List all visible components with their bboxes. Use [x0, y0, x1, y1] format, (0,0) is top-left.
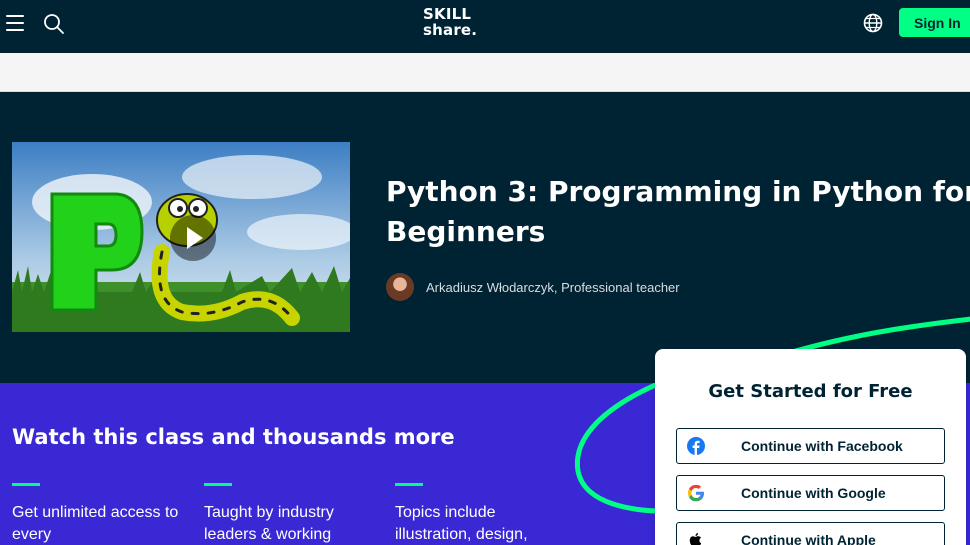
continue-with-apple-button[interactable]: Continue with Apple	[676, 522, 945, 545]
feature-text: Taught by industry leaders & working	[204, 504, 334, 543]
promo-heading: Watch this class and thousands more	[12, 425, 455, 449]
signup-card: Get Started for Free Continue with Faceb…	[655, 349, 966, 545]
course-title: Python 3: Programming in Python for Begi…	[386, 175, 970, 248]
feature-item: Get unlimited access to every	[12, 483, 187, 545]
sign-in-button[interactable]: Sign In	[899, 8, 970, 37]
feature-item: Topics include illustration, design,	[395, 483, 570, 545]
teacher-name[interactable]: Arkadiusz Włodarczyk, Professional teach…	[426, 280, 680, 295]
feature-text: Topics include illustration, design,	[395, 504, 528, 543]
feature-text: Get unlimited access to every	[12, 504, 179, 543]
skillshare-logo[interactable]: SKILL share.	[423, 6, 493, 42]
top-nav: SKILL share. Sign In	[0, 0, 970, 53]
signup-title: Get Started for Free	[708, 381, 913, 402]
teacher-avatar[interactable]	[386, 273, 414, 301]
logo-line1: SKILL	[423, 5, 472, 23]
globe-icon[interactable]	[862, 12, 884, 34]
menu-icon[interactable]	[6, 15, 26, 31]
feature-accent-bar	[12, 483, 40, 486]
continue-with-facebook-button[interactable]: Continue with Facebook	[676, 428, 945, 464]
facebook-icon	[687, 437, 705, 455]
teacher-info[interactable]: Arkadiusz Włodarczyk, Professional teach…	[386, 272, 680, 302]
course-video-thumbnail[interactable]	[12, 142, 350, 332]
apple-icon	[687, 531, 705, 545]
logo-line2: share.	[423, 21, 478, 39]
play-icon[interactable]	[170, 215, 216, 261]
feature-accent-bar	[204, 483, 232, 486]
facebook-label: Continue with Facebook	[741, 438, 903, 454]
google-label: Continue with Google	[741, 485, 886, 501]
apple-label: Continue with Apple	[741, 532, 876, 545]
sub-nav-strip	[0, 53, 970, 92]
course-hero: Python 3: Programming in Python for Begi…	[0, 92, 970, 383]
google-icon	[687, 484, 705, 502]
feature-item: Taught by industry leaders & working	[204, 483, 379, 545]
feature-accent-bar	[395, 483, 423, 486]
search-icon[interactable]	[43, 13, 65, 35]
continue-with-google-button[interactable]: Continue with Google	[676, 475, 945, 511]
